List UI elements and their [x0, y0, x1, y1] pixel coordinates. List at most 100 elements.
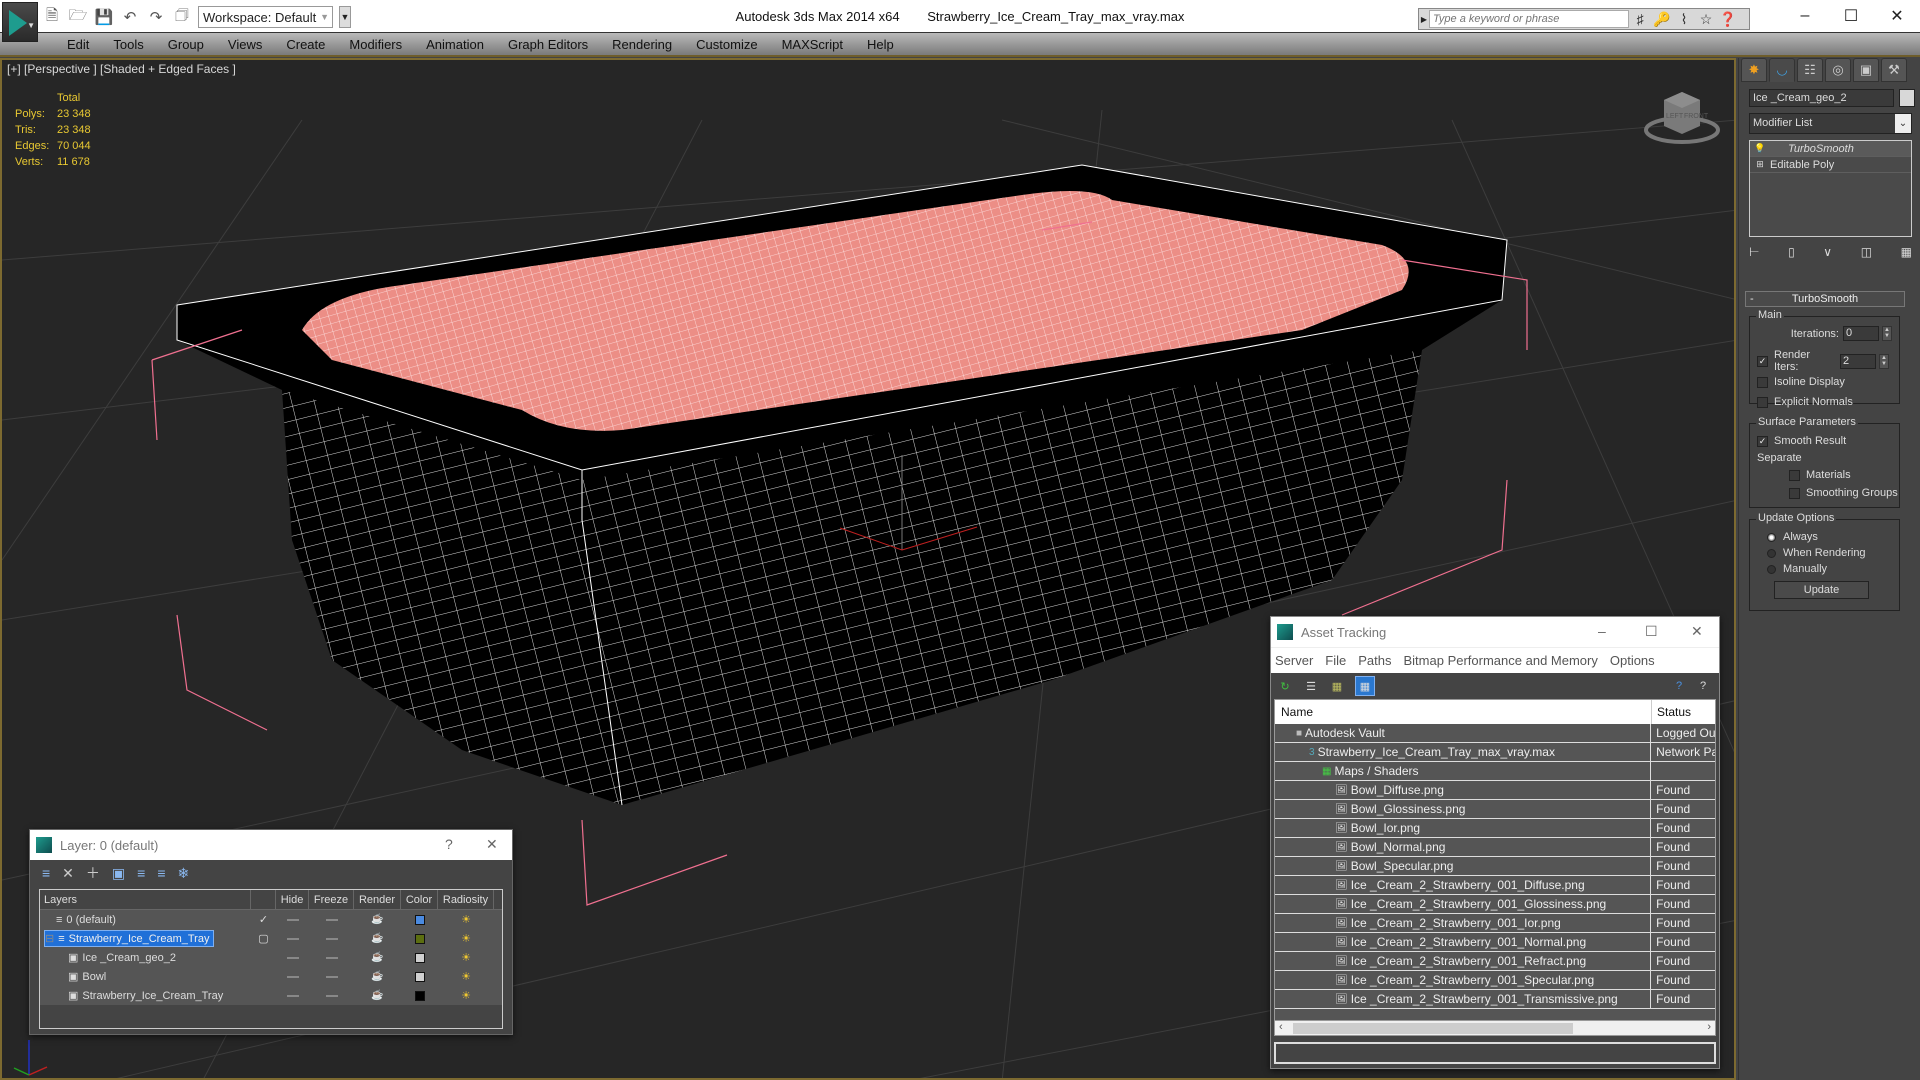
help-icon[interactable]: ❓ — [1717, 11, 1739, 28]
asset-row[interactable]: 🖼 Ice _Cream_2_Strawberry_001_Glossiness.… — [1275, 895, 1715, 914]
render-iters-checkbox[interactable]: ✓ — [1757, 355, 1768, 367]
pin-stack-icon[interactable]: ⊢ — [1749, 245, 1759, 259]
asset-row[interactable]: 🖼 Bowl_Ior.png Found — [1275, 819, 1715, 838]
hide-toggle[interactable] — [276, 948, 309, 967]
hide-toggle[interactable] — [276, 929, 309, 948]
menu-customize[interactable]: Customize — [684, 33, 769, 55]
freeze-toggle[interactable] — [309, 986, 354, 1005]
stack-item-editable-poly[interactable]: ⊞ Editable Poly — [1750, 157, 1911, 173]
viewcube-left-face[interactable]: LEFT — [1666, 113, 1684, 120]
radiosity-toggle[interactable]: ☀ — [438, 967, 494, 986]
render-toggle[interactable]: ☕ — [354, 967, 401, 986]
layer-row[interactable]: ▣ Ice _Cream_geo_2 ☕ ☀ — [40, 948, 502, 967]
color-cell[interactable] — [401, 967, 438, 986]
asset-row[interactable]: 🖼 Ice _Cream_2_Strawberry_001_Diffuse.png… — [1275, 876, 1715, 895]
color-swatch[interactable] — [414, 952, 425, 963]
explicit-normals-checkbox[interactable] — [1757, 396, 1768, 408]
freeze-toggle[interactable] — [309, 910, 354, 929]
configure-sets-icon[interactable]: ▦ — [1901, 245, 1912, 259]
active-layer-toggle[interactable]: ▢ — [251, 929, 276, 948]
menu-options[interactable]: Options — [1610, 653, 1655, 668]
layer-name-cell[interactable]: ≡ 0 (default) — [40, 910, 251, 929]
new-file-icon[interactable]: 🗎 — [42, 7, 62, 27]
show-end-result-icon[interactable]: ▯ — [1788, 245, 1795, 259]
menu-rendering[interactable]: Rendering — [600, 33, 684, 55]
menu-bitmap-performance[interactable]: Bitmap Performance and Memory — [1404, 653, 1598, 668]
asset-row[interactable]: 🖼 Bowl_Specular.png Found — [1275, 857, 1715, 876]
help-icon[interactable]: ? — [1695, 678, 1711, 694]
radiosity-toggle[interactable]: ☀ — [438, 986, 494, 1005]
viewcube[interactable]: LEFT FRONT — [1642, 82, 1722, 152]
menu-paths[interactable]: Paths — [1358, 653, 1391, 668]
maximize-button[interactable]: ☐ — [1828, 0, 1874, 32]
modify-tab-icon[interactable]: ◡ — [1769, 58, 1795, 82]
menu-edit[interactable]: Edit — [55, 33, 101, 55]
refresh-icon[interactable]: ↻ — [1277, 678, 1293, 694]
close-button[interactable]: ✕ — [1691, 623, 1703, 640]
asset-row[interactable]: ▦ Maps / Shaders — [1275, 762, 1715, 781]
asset-row[interactable]: 🖼 Ice _Cream_2_Strawberry_001_Transmissiv… — [1275, 990, 1715, 1009]
smoothing-groups-checkbox[interactable] — [1789, 487, 1800, 499]
active-layer-toggle[interactable] — [251, 967, 276, 986]
binoculars-icon[interactable]: ♯ — [1629, 11, 1651, 27]
radiosity-toggle[interactable]: ☀ — [438, 929, 494, 948]
select-objects-icon[interactable]: ▣ — [112, 865, 125, 882]
color-swatch[interactable] — [414, 933, 425, 944]
layer-name-cell[interactable]: ▣ Bowl — [40, 967, 251, 986]
when-rendering-radio[interactable] — [1767, 548, 1776, 558]
menu-animation[interactable]: Animation — [414, 33, 496, 55]
scroll-left-icon[interactable]: ‹ — [1279, 1021, 1283, 1033]
active-layer-toggle[interactable]: ✓ — [251, 910, 276, 929]
object-name-field[interactable]: Ice _Cream_geo_2 — [1749, 89, 1894, 107]
scroll-right-icon[interactable]: › — [1707, 1021, 1711, 1033]
radiosity-toggle[interactable]: ☀ — [438, 948, 494, 967]
redo-icon[interactable]: ↷ — [146, 7, 166, 27]
app-menu-button[interactable]: ▼ — [2, 2, 38, 42]
layer-row[interactable]: ▣ Bowl ☕ ☀ — [40, 967, 502, 986]
stack-item-turbosmooth[interactable]: 💡 TurboSmooth — [1750, 141, 1911, 157]
menu-server[interactable]: Server — [1275, 653, 1313, 668]
color-swatch[interactable] — [414, 914, 425, 925]
menu-modifiers[interactable]: Modifiers — [337, 33, 414, 55]
undo-icon[interactable]: ↶ — [120, 7, 140, 27]
menu-tools[interactable]: Tools — [101, 33, 155, 55]
asset-row[interactable]: 3 Strawberry_Ice_Cream_Tray_max_vray.max N… — [1275, 743, 1715, 762]
freeze-toggle[interactable] — [309, 948, 354, 967]
search-input[interactable] — [1429, 10, 1629, 28]
delete-layer-icon[interactable]: ✕ — [62, 865, 74, 882]
menu-views[interactable]: Views — [216, 33, 274, 55]
hide-toggle[interactable] — [276, 967, 309, 986]
project-folder-icon[interactable]: 🗇 — [172, 7, 192, 27]
color-cell[interactable] — [401, 986, 438, 1005]
color-cell[interactable] — [401, 948, 438, 967]
layer-row[interactable]: ⊟ ≡ Strawberry_Ice_Cream_Tray ▢ ☕ ☀ — [40, 929, 502, 948]
create-layer-icon[interactable]: ≡ — [42, 865, 50, 881]
column-status[interactable]: Status — [1652, 700, 1691, 724]
select-layer-icon[interactable]: ≡ — [137, 865, 145, 881]
create-tab-icon[interactable]: ✸ — [1741, 58, 1767, 82]
key-icon[interactable]: 🔑 — [1651, 11, 1673, 28]
motion-tab-icon[interactable]: ◎ — [1825, 58, 1851, 82]
column-hide[interactable]: Hide — [276, 890, 309, 909]
collapse-icon[interactable]: ⊟ — [45, 932, 54, 945]
freeze-layers-icon[interactable]: ❄ — [177, 865, 189, 882]
menu-group[interactable]: Group — [156, 33, 216, 55]
asset-row[interactable]: 🖼 Bowl_Glossiness.png Found — [1275, 800, 1715, 819]
layer-name-cell[interactable]: ⊟ ≡ Strawberry_Ice_Cream_Tray — [40, 929, 251, 948]
modifier-list-dropdown[interactable]: Modifier List ⌄ — [1749, 113, 1912, 134]
always-radio[interactable] — [1767, 532, 1776, 542]
asset-row[interactable]: 🖼 Ice _Cream_2_Strawberry_001_Ior.png Foun… — [1275, 914, 1715, 933]
color-cell[interactable] — [401, 910, 438, 929]
viewport-label[interactable]: [+] [Perspective ] [Shaded + Edged Faces… — [7, 62, 236, 76]
horizontal-scrollbar[interactable]: ‹ › — [1274, 1020, 1716, 1036]
color-cell[interactable] — [401, 929, 438, 948]
render-toggle[interactable]: ☕ — [354, 910, 401, 929]
update-button[interactable]: Update — [1774, 581, 1869, 599]
menu-create[interactable]: Create — [274, 33, 337, 55]
minimize-button[interactable]: – — [1598, 623, 1606, 639]
table-view-icon[interactable]: ▦ — [1355, 676, 1375, 696]
help-button[interactable]: ? — [445, 836, 453, 852]
manually-radio[interactable] — [1767, 564, 1776, 574]
materials-checkbox[interactable] — [1789, 469, 1800, 481]
hierarchy-tab-icon[interactable]: ☷ — [1797, 58, 1823, 82]
